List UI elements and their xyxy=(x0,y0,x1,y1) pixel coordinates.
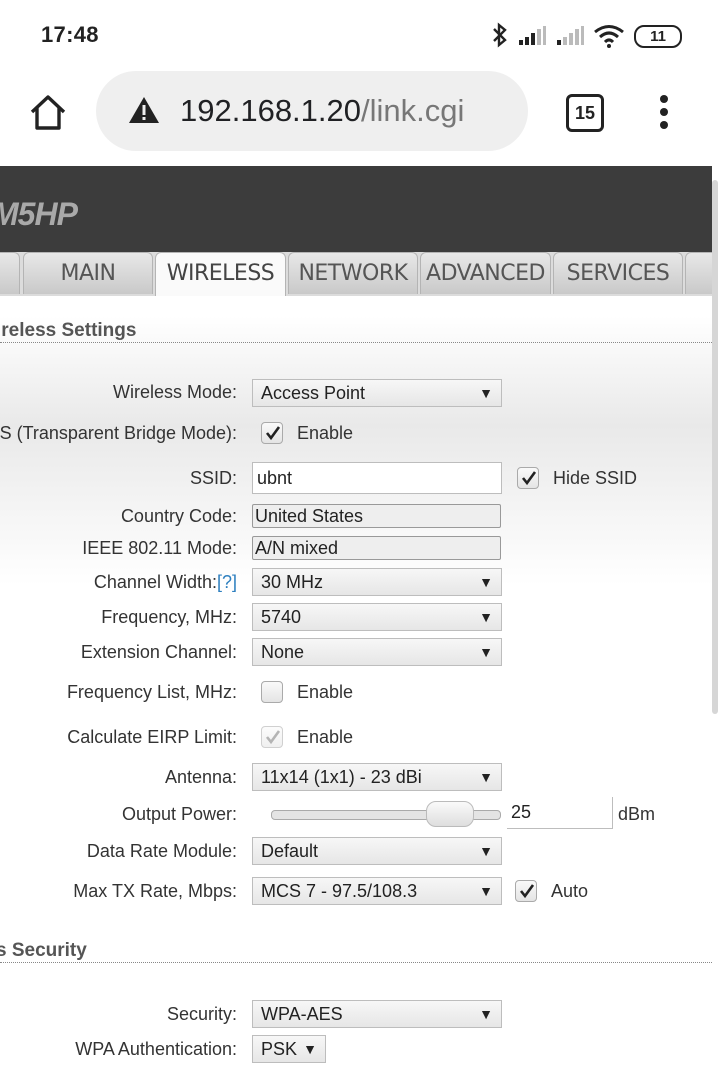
wireless-mode-value: Access Point xyxy=(261,383,366,403)
output-power-slider-handle[interactable] xyxy=(425,801,474,827)
output-power-unit: dBm xyxy=(618,804,656,824)
dropdown-arrow-icon: ▼ xyxy=(479,609,493,625)
max-tx-auto-checkbox[interactable] xyxy=(515,880,537,902)
wds-checkbox[interactable] xyxy=(261,422,283,444)
ssid-input[interactable]: ubnt xyxy=(252,462,502,494)
channel-width-label: Channel Width:[?] xyxy=(94,572,237,593)
wds-label: S (Transparent Bridge Mode): xyxy=(0,423,237,443)
eirp-limit-label: Calculate EIRP Limit: xyxy=(67,727,237,747)
hide-ssid-checkbox[interactable] xyxy=(517,467,539,489)
dropdown-arrow-icon: ▼ xyxy=(479,883,493,899)
dropdown-arrow-icon: ▼ xyxy=(479,644,493,660)
address-bar[interactable]: 192.168.1.20/link.cgi xyxy=(96,71,528,151)
signal-icon-2 xyxy=(555,26,585,51)
url-text: 192.168.1.20/link.cgi xyxy=(180,93,464,129)
url-path: /link.cgi xyxy=(361,93,465,128)
frequency-list-option-label: Enable xyxy=(297,682,354,702)
header-band xyxy=(0,166,712,252)
data-rate-label: Data Rate Module: xyxy=(86,841,237,861)
tab-advanced[interactable]: ADVANCED xyxy=(420,252,551,294)
channel-width-value: 30 MHz xyxy=(261,572,324,592)
antenna-label: Antenna: xyxy=(164,767,237,787)
output-power-label: Output Power: xyxy=(121,804,237,824)
battery-indicator: 11 xyxy=(634,25,682,48)
section-title-security: s Security xyxy=(0,940,87,961)
tab-system[interactable]: S xyxy=(685,252,712,294)
dropdown-arrow-icon: ▼ xyxy=(479,843,493,859)
security-value: WPA-AES xyxy=(261,1004,343,1024)
eirp-limit-checkbox[interactable] xyxy=(261,726,283,748)
tab-switcher-button[interactable]: 15 xyxy=(566,94,604,132)
country-code-field: United States xyxy=(252,504,501,528)
extension-channel-label: Extension Channel: xyxy=(80,642,237,662)
wifi-icon xyxy=(593,24,625,53)
section-divider xyxy=(0,342,712,343)
frequency-label: Frequency, MHz: xyxy=(101,607,237,627)
eirp-limit-option-label: Enable xyxy=(297,727,354,747)
dropdown-arrow-icon: ▼ xyxy=(479,1006,493,1022)
channel-width-select[interactable]: 30 MHz ▼ xyxy=(252,568,502,596)
tab-prev[interactable] xyxy=(0,252,20,294)
max-tx-rate-label: Max TX Rate, Mbps: xyxy=(73,881,237,901)
hide-ssid-label: Hide SSID xyxy=(553,468,638,488)
wpa-auth-value: PSK xyxy=(261,1039,298,1059)
dropdown-arrow-icon: ▼ xyxy=(303,1041,317,1057)
max-tx-auto-label: Auto xyxy=(551,881,589,901)
tab-wireless[interactable]: WIRELESS xyxy=(155,252,286,296)
wpa-auth-select[interactable]: PSK ▼ xyxy=(252,1035,326,1063)
security-select[interactable]: WPA-AES ▼ xyxy=(252,1000,502,1028)
warning-icon[interactable] xyxy=(128,95,160,130)
country-code-label: Country Code: xyxy=(120,506,237,526)
dropdown-arrow-icon: ▼ xyxy=(479,385,493,401)
max-tx-rate-value: MCS 7 - 97.5/108.3 xyxy=(261,881,418,901)
home-icon[interactable] xyxy=(28,92,68,137)
antenna-value: 11x14 (1x1) - 23 dBi xyxy=(261,767,422,787)
channel-width-text: Channel Width: xyxy=(93,572,217,592)
data-rate-select[interactable]: Default ▼ xyxy=(252,837,502,865)
dropdown-arrow-icon: ▼ xyxy=(479,574,493,590)
wireless-mode-label: Wireless Mode: xyxy=(112,382,237,402)
page-scrollbar[interactable] xyxy=(712,180,718,714)
bluetooth-icon xyxy=(490,22,510,53)
dropdown-arrow-icon: ▼ xyxy=(479,769,493,785)
brand-logo: M5HP xyxy=(0,196,78,232)
frequency-value: 5740 xyxy=(261,607,302,627)
more-options-icon[interactable] xyxy=(658,94,670,135)
tab-network[interactable]: NETWORK xyxy=(288,252,418,294)
security-label: Security: xyxy=(166,1004,237,1024)
section-title-wireless: ireless Settings xyxy=(0,320,137,341)
frequency-select[interactable]: 5740 ▼ xyxy=(252,603,502,631)
tab-main[interactable]: MAIN xyxy=(23,252,153,294)
url-host: 192.168.1.20 xyxy=(180,93,362,128)
section-divider xyxy=(0,962,712,963)
frequency-list-checkbox[interactable] xyxy=(261,681,283,703)
channel-width-help-link[interactable]: [?] xyxy=(217,572,237,592)
wireless-mode-select[interactable]: Access Point ▼ xyxy=(252,379,502,407)
data-rate-value: Default xyxy=(261,841,319,861)
output-power-input[interactable]: 25 xyxy=(507,797,613,829)
ieee-mode-field: A/N mixed xyxy=(252,536,501,560)
frequency-list-label: Frequency List, MHz: xyxy=(66,682,237,702)
wpa-auth-label: WPA Authentication: xyxy=(75,1039,237,1059)
status-bar: 17:48 11 xyxy=(0,0,720,70)
clock: 17:48 xyxy=(41,22,99,47)
web-page: M5HP MAIN WIRELESS NETWORK ADVANCED SERV… xyxy=(0,166,712,1068)
extension-channel-value: None xyxy=(261,642,305,662)
tab-services[interactable]: SERVICES xyxy=(553,252,683,294)
antenna-select[interactable]: 11x14 (1x1) - 23 dBi ▼ xyxy=(252,763,502,791)
ssid-label: SSID: xyxy=(189,468,237,488)
ieee-mode-label: IEEE 802.11 Mode: xyxy=(82,538,237,558)
signal-icon xyxy=(517,26,547,51)
wds-option-label: Enable xyxy=(297,423,354,443)
extension-channel-select[interactable]: None ▼ xyxy=(252,638,502,666)
max-tx-rate-select[interactable]: MCS 7 - 97.5/108.3 ▼ xyxy=(252,877,502,905)
